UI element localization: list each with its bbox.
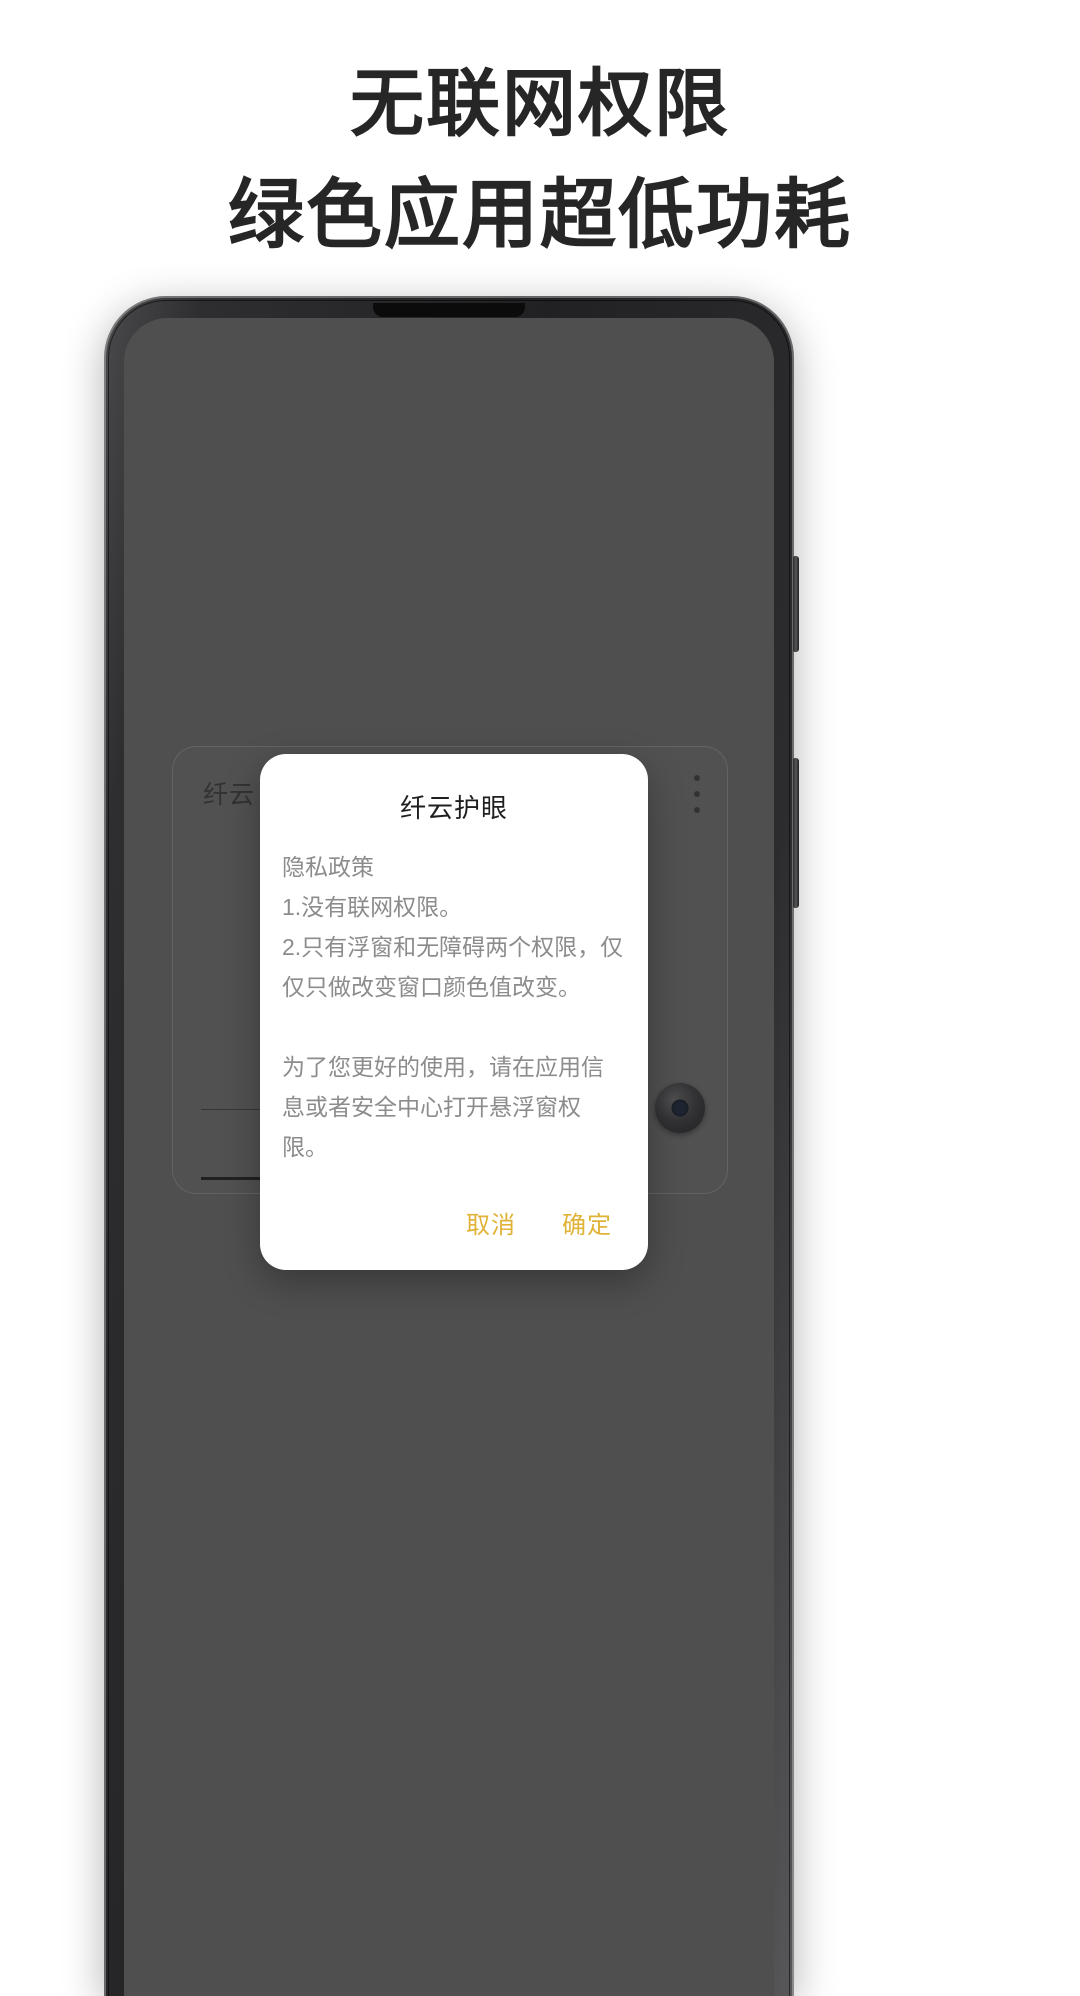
dialog-action-row: 取消 确定: [260, 1167, 648, 1252]
confirm-button[interactable]: 确定: [560, 1203, 614, 1242]
privacy-policy-dialog: 纤云护眼 隐私政策 1.没有联网权限。 2.只有浮窗和无障碍两个权限，仅仅只做改…: [260, 754, 648, 1270]
phone-notch: [373, 303, 525, 317]
phone-side-button-bottom[interactable]: [793, 758, 799, 908]
phone-screen: 纤云 纤云护眼 隐私政策 1.没有联网权限。 2.只有浮窗和无障碍两个权限，仅仅…: [124, 318, 774, 1996]
headline-line-1: 无联网权限: [350, 62, 730, 145]
page-headline: 无联网权限 绿色应用超低功耗: [0, 48, 1080, 272]
dialog-body-text: 隐私政策 1.没有联网权限。 2.只有浮窗和无障碍两个权限，仅仅只做改变窗口颜色…: [282, 854, 624, 1160]
cancel-button[interactable]: 取消: [464, 1203, 518, 1242]
phone-device-mockup: 纤云 纤云护眼 隐私政策 1.没有联网权限。 2.只有浮窗和无障碍两个权限，仅仅…: [104, 296, 799, 1996]
dialog-title: 纤云护眼: [399, 793, 508, 823]
headline-line-2: 绿色应用超低功耗: [228, 173, 852, 258]
phone-side-button-top[interactable]: [793, 556, 799, 652]
